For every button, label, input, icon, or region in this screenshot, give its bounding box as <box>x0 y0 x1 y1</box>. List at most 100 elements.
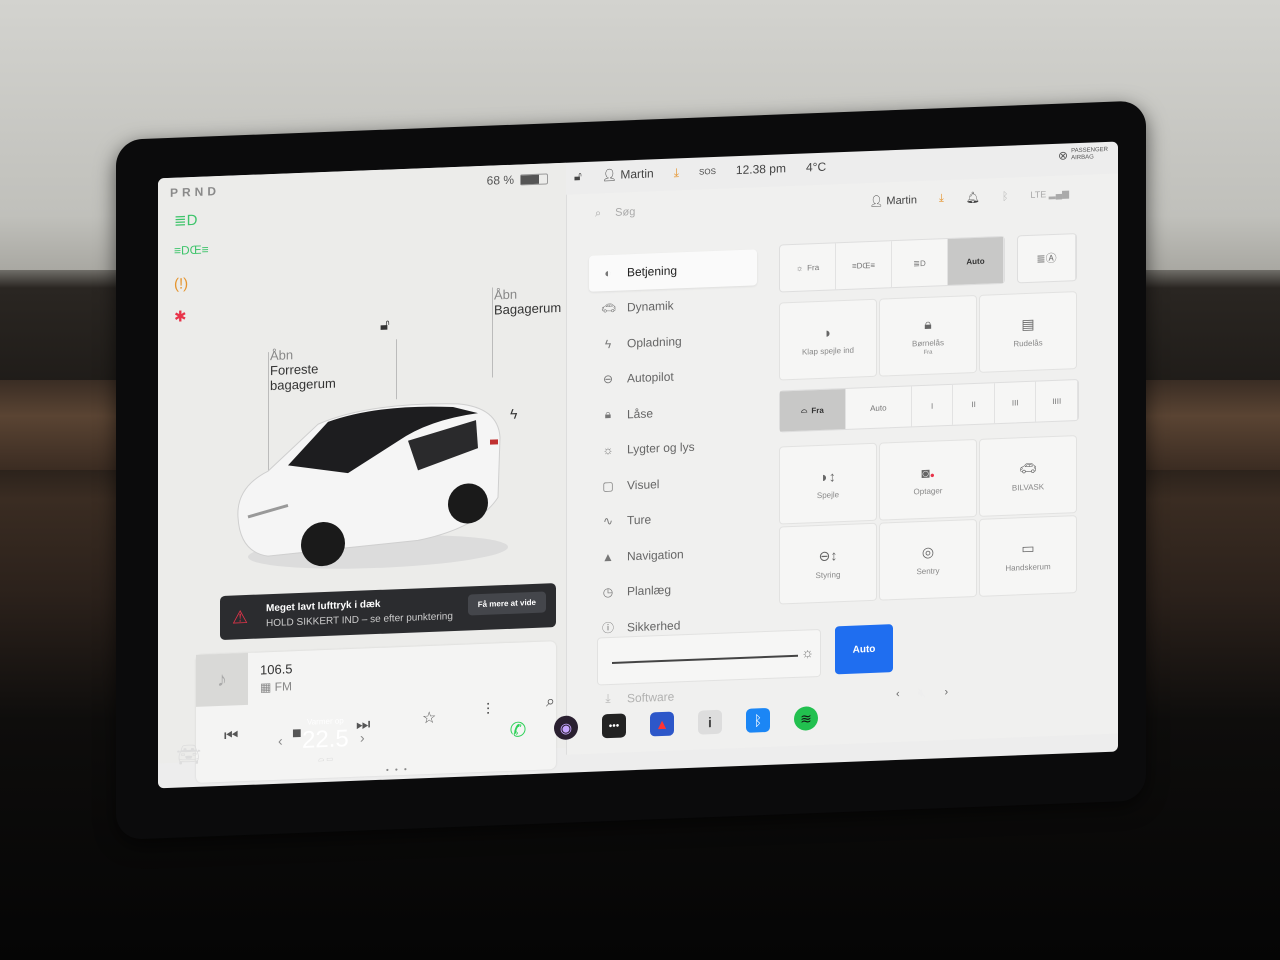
panel-profile-button[interactable]: 👤︎ Martin <box>869 193 917 208</box>
wiper-speed-1-label: I <box>930 401 934 411</box>
low-beam-icon: ≣D <box>913 258 926 268</box>
nav-item-label: Software <box>627 689 675 706</box>
steering-adjust-icon: ⊖↕ <box>818 547 838 565</box>
battery-indicator: 68 % <box>487 171 548 188</box>
navigation-app-icon[interactable]: ▲ <box>650 711 674 737</box>
profile-button[interactable]: 👤︎ Martin <box>602 166 654 182</box>
phone-app-icon[interactable]: ✆ <box>506 717 530 742</box>
glovebox-icon: ▭ <box>1021 539 1035 557</box>
parking-lights-icon: ≡DŒ≡ <box>174 242 209 258</box>
nav-item-label: Dynamik <box>627 298 674 315</box>
nav-item-label: Betjening <box>627 263 678 280</box>
mute-icon[interactable]: 🔇︎ <box>918 684 927 701</box>
wiper-off-option[interactable]: ⌓ Fra <box>780 388 846 432</box>
wiper-auto-option[interactable]: Auto <box>845 386 912 429</box>
nav-item-opladning[interactable]: ϟ Opladning <box>589 320 757 362</box>
search-icon: ⌕ <box>595 207 602 220</box>
brightness-slider[interactable]: ☼ <box>597 628 821 686</box>
battery-icon <box>520 172 548 185</box>
parking-lights-icon: ≡DŒ≡ <box>851 260 876 271</box>
brightness-track[interactable] <box>612 654 798 664</box>
wiper-speed-3[interactable]: III <box>994 381 1037 424</box>
tile-børnelås[interactable]: 🔒︎ Børnelås Fra <box>879 294 977 377</box>
wiper-speed-4[interactable]: IIII <box>1036 380 1079 422</box>
tile-label: Optager <box>913 485 943 496</box>
tile-styring[interactable]: ⊖↕ Styring <box>779 522 877 605</box>
parking-lights-option[interactable]: ≡DŒ≡ <box>836 241 892 290</box>
car-wash-icon: 🚗︎ <box>1019 459 1037 477</box>
user-icon: 👤︎ <box>601 167 621 183</box>
tile-label: Sentry <box>916 566 940 577</box>
temp-down-button[interactable]: ‹ <box>278 733 283 749</box>
notification-bell-icon[interactable]: 🔔︎ <box>966 191 980 205</box>
search-field[interactable]: ⌕ Søg <box>595 206 635 221</box>
open-trunk-button[interactable]: Åbn Bagagerum <box>494 285 561 318</box>
auto-high-beam-button[interactable]: ≣Ⓐ <box>1017 233 1077 284</box>
car-menu-icon[interactable]: 🚘︎ <box>176 742 201 768</box>
nav-item-navigation[interactable]: ▲ Navigation <box>589 533 757 575</box>
passenger-airbag-indicator: ⊗ PASSENGER AIRBAG <box>1058 147 1108 163</box>
band-label: FM <box>274 679 292 694</box>
nav-item-visuel[interactable]: ▢ Visuel <box>589 462 757 504</box>
wiper-speed-2-label: II <box>971 399 976 409</box>
nav-item-betjening[interactable]: ◐ Betjening <box>589 249 757 292</box>
music-note-icon: ♪ <box>196 652 248 707</box>
clock: 12.38 pm <box>735 161 786 178</box>
tile-spejle[interactable]: ◗↕ Spejle <box>779 442 877 525</box>
trips-icon: ∿ <box>602 514 614 529</box>
tile-handskerum[interactable]: ▭ Handskerum <box>979 515 1077 597</box>
wiper-speed-1[interactable]: I <box>911 384 954 427</box>
sos-icon[interactable]: SOS <box>699 166 716 176</box>
cabin-temperature[interactable]: 22.5 <box>302 725 349 755</box>
more-apps-icon[interactable]: ••• <box>602 713 626 739</box>
lights-auto-option[interactable]: Auto <box>948 236 1004 286</box>
nav-item-låse[interactable]: 🔒︎ Låse <box>589 391 757 433</box>
lte-label: LTE <box>1030 189 1047 200</box>
brightness-icon: ☼ <box>801 644 814 661</box>
spotify-app-icon[interactable]: ≋ <box>794 706 818 731</box>
volume-up-button[interactable]: › <box>945 686 949 698</box>
tile-klap-spejle-ind[interactable]: ◗ Klap spejle ind <box>779 298 877 381</box>
lte-signal-icon: LTE ▂▄▆ <box>1030 188 1069 200</box>
tile-label: Rudelås <box>1013 338 1043 349</box>
download-update-icon[interactable]: ⤓ <box>674 165 679 180</box>
tile-rudelås[interactable]: ▤ Rudelås <box>979 291 1077 373</box>
defrost-icons[interactable]: ⌓ ▭ <box>302 753 349 765</box>
airbag-icon: ⊗ <box>1058 147 1069 163</box>
wiper-speed-3-label: III <box>1011 397 1019 408</box>
car-status-panel: PRND 68 % ≣D ≡DŒ≡ (!) ✱ Åbn Forreste bag… <box>158 162 566 783</box>
lights-off-option[interactable]: ☼ Fra <box>780 243 836 292</box>
temp-up-button[interactable]: › <box>360 729 365 745</box>
tile-optager[interactable]: ◙● Optager <box>879 438 977 521</box>
wiper-speed-2[interactable]: II <box>953 383 995 425</box>
volume-control: ‹ 🔇︎ › <box>896 683 948 702</box>
sun-icon: ☼ <box>795 263 804 273</box>
notes-app-icon[interactable]: i <box>698 709 722 735</box>
wiper-auto-label: Auto <box>870 402 887 413</box>
steering-wheel-icon: ⊖ <box>602 372 614 387</box>
unlock-icon[interactable]: 🔓︎ <box>380 316 390 333</box>
learn-more-button[interactable]: Få mere at vide <box>467 591 546 616</box>
window-lock-icon: ▤ <box>1021 315 1035 333</box>
tile-sentry[interactable]: ◎ Sentry <box>879 518 977 601</box>
charge-port-icon[interactable]: ϟ <box>510 406 517 422</box>
radio-band: ▦ FM <box>260 679 292 694</box>
trunk-label: Bagagerum <box>494 299 562 318</box>
tile-bilvask[interactable]: 🚗︎ BILVASK <box>979 435 1077 517</box>
headlight-icon: ≣D <box>174 211 198 230</box>
software-update-icon[interactable]: ⤓ <box>939 192 944 205</box>
low-beam-option[interactable]: ≣D <box>892 239 948 288</box>
bluetooth-icon[interactable]: ᛒ <box>1002 190 1009 202</box>
controls-panel: ⌕ Søg 👤︎ Martin ⤓ 🔔︎ ᛒ LTE ▂▄▆ ◐ Betjenin… <box>566 173 1118 755</box>
alert-message: HOLD SIKKERT IND – se efter punktering <box>266 611 453 630</box>
lock-status-icon[interactable]: 🔓︎ <box>574 169 582 184</box>
nav-item-label: Sikkerhed <box>627 618 681 635</box>
nav-item-label: Visuel <box>627 476 660 493</box>
camera-app-icon[interactable]: ◉ <box>554 715 578 741</box>
bluetooth-app-icon[interactable]: ᛒ <box>746 707 770 733</box>
brightness-auto-button[interactable]: Auto <box>835 624 893 675</box>
tile-sublabel: Fra <box>923 349 933 356</box>
toggle-icon: ◐ <box>604 265 612 280</box>
volume-down-button[interactable]: ‹ <box>896 687 900 699</box>
airbag-line-1: PASSENGER <box>1071 146 1108 155</box>
